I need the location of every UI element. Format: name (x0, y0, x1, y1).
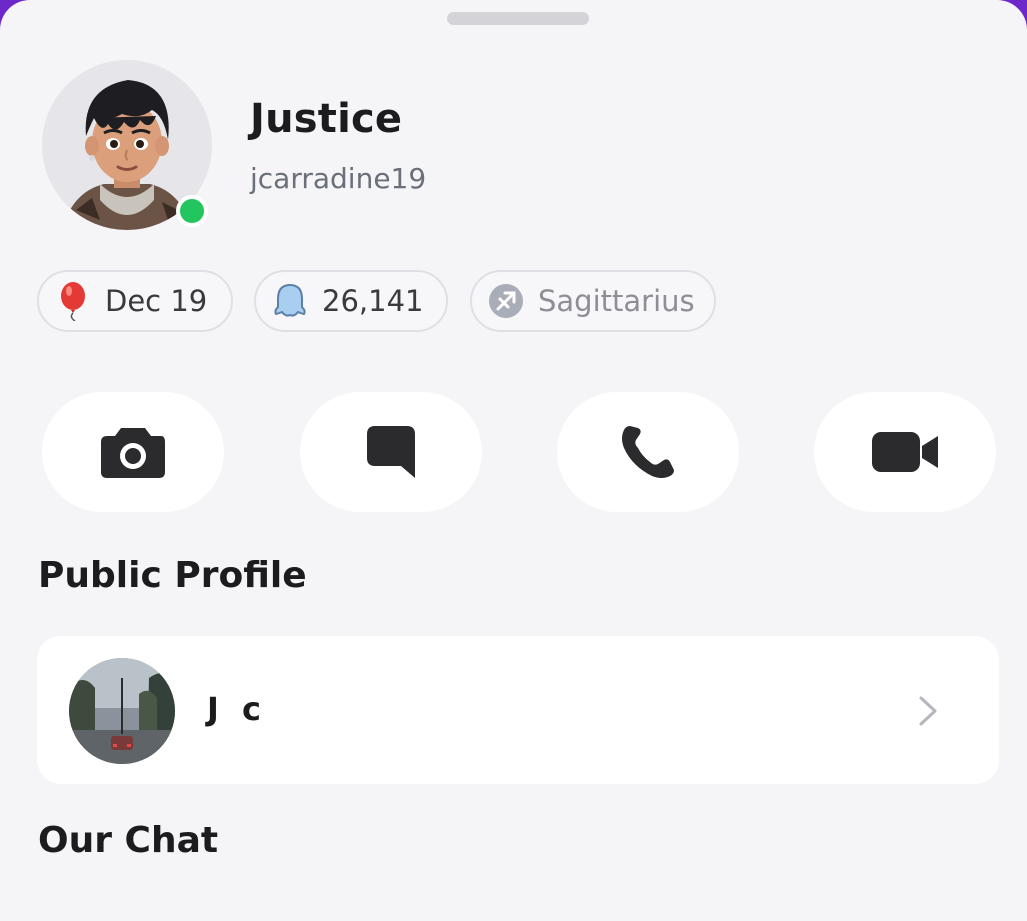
birthday-pill[interactable]: Dec 19 (37, 270, 233, 332)
drag-handle[interactable] (447, 12, 589, 25)
profile-sheet: Justice jcarradine19 Dec 19 26,141 Sagit… (0, 0, 1027, 921)
chat-button[interactable] (300, 392, 482, 512)
video-call-button[interactable] (814, 392, 996, 512)
public-profile-heading: Public Profile (38, 555, 307, 596)
ghost-icon (274, 283, 306, 317)
chevron-right-icon (919, 696, 937, 726)
public-profile-name: J c (207, 690, 268, 728)
profile-photo-icon (69, 658, 175, 764)
camera-icon (101, 428, 165, 478)
our-chat-heading: Our Chat (38, 820, 219, 861)
birthday-label: Dec 19 (105, 284, 208, 318)
zodiac-pill[interactable]: Sagittarius (470, 270, 716, 332)
snapscore-label: 26,141 (322, 284, 424, 318)
zodiac-label: Sagittarius (538, 284, 695, 318)
video-icon (872, 432, 938, 472)
chat-bubble-icon (367, 426, 415, 478)
sagittarius-icon (489, 284, 523, 318)
balloon-icon (61, 282, 85, 321)
online-status-dot (176, 195, 208, 227)
call-button[interactable] (557, 392, 739, 512)
display-name: Justice (250, 96, 403, 142)
username: jcarradine19 (250, 162, 427, 195)
public-profile-card[interactable]: J c (37, 636, 999, 784)
public-profile-avatar (69, 658, 175, 764)
snapscore-pill[interactable]: 26,141 (254, 270, 448, 332)
camera-button[interactable] (42, 392, 224, 512)
phone-icon (622, 426, 674, 478)
